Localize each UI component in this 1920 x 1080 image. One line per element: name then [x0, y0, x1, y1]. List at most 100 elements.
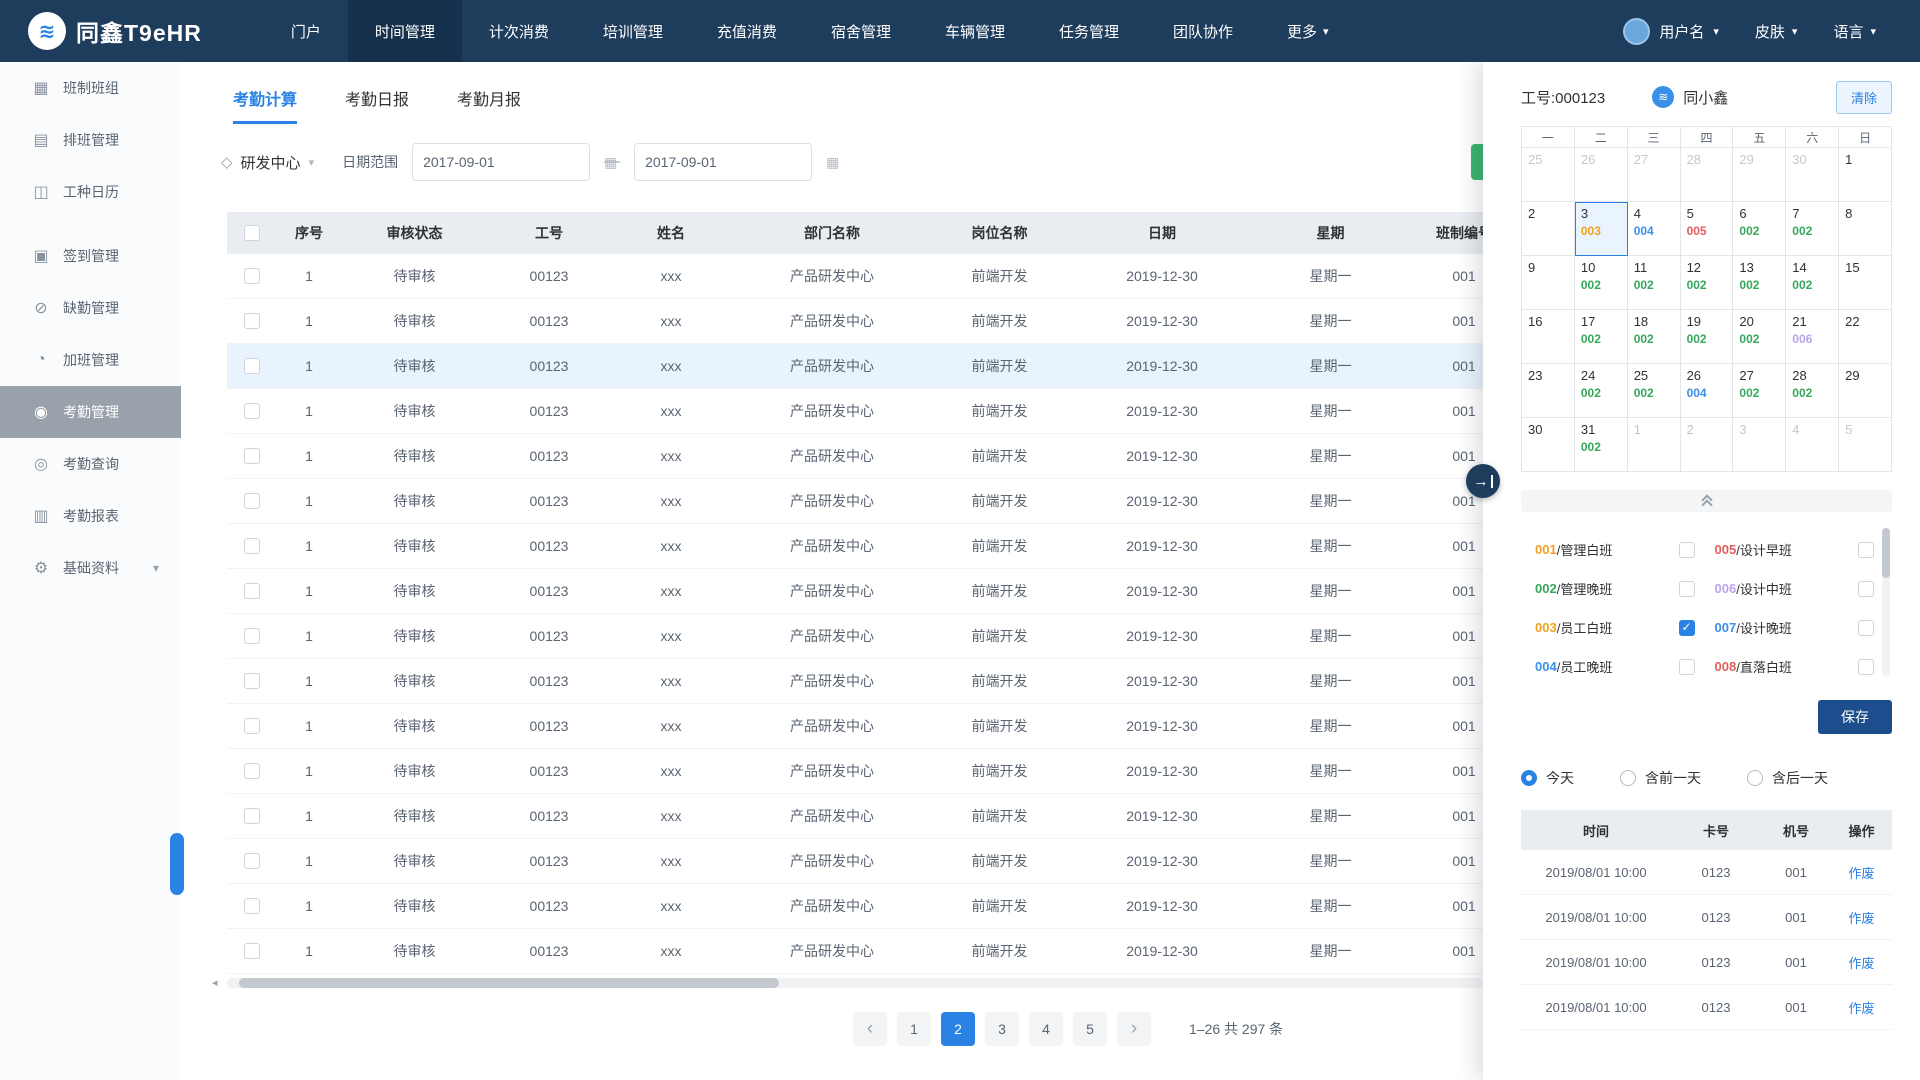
nav-item[interactable]: 门户 ▾	[264, 0, 348, 62]
shift-option[interactable]: 002 管理晚班	[1535, 569, 1695, 608]
nav-item[interactable]: 更多 ▾	[1260, 0, 1356, 62]
table-row[interactable]: 1 待审核 00123 xxx 产品研发中心 前端开发 2019-12-30 星…	[227, 299, 1524, 344]
calendar-day[interactable]: 2	[1680, 418, 1734, 472]
user-menu[interactable]: 用户名 ▾	[1623, 17, 1719, 45]
table-row[interactable]: 1 待审核 00123 xxx 产品研发中心 前端开发 2019-12-30 星…	[227, 704, 1524, 749]
sidebar-item[interactable]: ▦ 班制班组 ▾	[0, 62, 181, 114]
prev-page-button[interactable]: ‹	[853, 1012, 887, 1046]
void-link[interactable]: 作废	[1831, 953, 1892, 972]
page-button[interactable]: 4	[1029, 1012, 1063, 1046]
table-row[interactable]: 1 待审核 00123 xxx 产品研发中心 前端开发 2019-12-30 星…	[227, 659, 1524, 704]
calendar-day[interactable]: 28 002	[1786, 364, 1840, 418]
sidebar-item[interactable]: ▥ 考勤报表 ▾	[0, 490, 181, 542]
sidebar-item[interactable]: ▣ 签到管理 ▾	[0, 230, 181, 282]
row-checkbox[interactable]	[244, 898, 260, 914]
calendar-day[interactable]: 18 002	[1627, 310, 1681, 364]
shift-checkbox[interactable]	[1858, 619, 1874, 636]
skin-menu[interactable]: 皮肤 ▾	[1755, 21, 1798, 42]
radio-option[interactable]: 含前一天	[1620, 768, 1701, 788]
shift-checkbox[interactable]	[1678, 541, 1695, 558]
date-to-value[interactable]	[645, 154, 827, 170]
calendar-day[interactable]: 12 002	[1680, 256, 1734, 310]
calendar-day[interactable]: 3	[1733, 418, 1787, 472]
shift-list-collapse-bar[interactable]	[1521, 490, 1892, 512]
calendar-day[interactable]: 21 006	[1786, 310, 1840, 364]
nav-item[interactable]: 任务管理 ▾	[1032, 0, 1146, 62]
calendar-day[interactable]: 25	[1522, 148, 1575, 202]
calendar-day[interactable]: 9	[1522, 256, 1575, 310]
calendar-day[interactable]: 23	[1522, 364, 1575, 418]
calendar-day[interactable]: 26 004	[1680, 364, 1734, 418]
shift-list-scrollbar-thumb[interactable]	[1882, 528, 1890, 578]
department-select[interactable]: ◇ 研发中心 ▾	[221, 152, 314, 173]
table-row[interactable]: 1 待审核 00123 xxx 产品研发中心 前端开发 2019-12-30 星…	[227, 479, 1524, 524]
calendar-day[interactable]: 26	[1574, 148, 1628, 202]
shift-checkbox[interactable]	[1678, 619, 1695, 636]
void-link[interactable]: 作废	[1831, 998, 1892, 1017]
row-checkbox[interactable]	[244, 718, 260, 734]
calendar-day[interactable]: 27 002	[1733, 364, 1787, 418]
calendar-day[interactable]: 8	[1839, 202, 1892, 256]
shift-checkbox[interactable]	[1858, 658, 1874, 675]
calendar-day[interactable]: 3 003	[1574, 202, 1628, 256]
calendar-day[interactable]: 11 002	[1627, 256, 1681, 310]
row-checkbox[interactable]	[244, 943, 260, 959]
table-row[interactable]: 1 待审核 00123 xxx 产品研发中心 前端开发 2019-12-30 星…	[227, 839, 1524, 884]
nav-item[interactable]: 培训管理 ▾	[576, 0, 690, 62]
radio-circle[interactable]	[1620, 770, 1636, 786]
sidebar-item[interactable]: ◉ 考勤管理 ▾	[0, 386, 181, 438]
calendar-day[interactable]: 20 002	[1733, 310, 1787, 364]
sidebar-item[interactable]: ⊘ 缺勤管理 ▾	[0, 282, 181, 334]
table-row[interactable]: 1 待审核 00123 xxx 产品研发中心 前端开发 2019-12-30 星…	[227, 884, 1524, 929]
radio-option[interactable]: 含后一天	[1747, 768, 1828, 788]
sidebar-item[interactable]: ◎ 考勤查询 ▾	[0, 438, 181, 490]
calendar-day[interactable]: 1	[1839, 148, 1892, 202]
page-button[interactable]: 1	[897, 1012, 931, 1046]
row-checkbox[interactable]	[244, 448, 260, 464]
table-row[interactable]: 1 待审核 00123 xxx 产品研发中心 前端开发 2019-12-30 星…	[227, 524, 1524, 569]
calendar-day[interactable]: 30	[1786, 148, 1840, 202]
nav-item[interactable]: 团队协作 ▾	[1146, 0, 1260, 62]
scroll-left-icon[interactable]: ◂	[212, 976, 218, 989]
calendar-day[interactable]: 7 002	[1786, 202, 1840, 256]
nav-item[interactable]: 时间管理 ▾	[347, 0, 462, 62]
page-button[interactable]: 5	[1073, 1012, 1107, 1046]
shift-option[interactable]: 008 直落白班	[1715, 647, 1874, 682]
radio-option[interactable]: 今天	[1521, 768, 1574, 788]
shift-checkbox[interactable]	[1858, 580, 1874, 597]
horizontal-scrollbar[interactable]: ◂	[212, 977, 1483, 989]
clear-button[interactable]: 清除	[1835, 80, 1892, 114]
select-all-checkbox[interactable]	[244, 225, 260, 241]
tab[interactable]: 考勤月报	[457, 86, 521, 124]
calendar-day[interactable]: 27	[1627, 148, 1681, 202]
sidebar-item[interactable]: ◫ 工种日历 ▾	[0, 166, 181, 218]
calendar-day[interactable]: 19 002	[1680, 310, 1734, 364]
calendar-day[interactable]: 30	[1522, 418, 1575, 472]
horizontal-scrollbar-thumb[interactable]	[239, 978, 779, 988]
table-row[interactable]: 1 待审核 00123 xxx 产品研发中心 前端开发 2019-12-30 星…	[227, 749, 1524, 794]
row-checkbox[interactable]	[244, 538, 260, 554]
shift-checkbox[interactable]	[1678, 580, 1695, 597]
calendar-day[interactable]: 1	[1627, 418, 1681, 472]
row-checkbox[interactable]	[244, 493, 260, 509]
row-checkbox[interactable]	[244, 583, 260, 599]
table-row[interactable]: 1 待审核 00123 xxx 产品研发中心 前端开发 2019-12-30 星…	[227, 614, 1524, 659]
row-checkbox[interactable]	[244, 403, 260, 419]
shift-option[interactable]: 005 设计早班	[1715, 530, 1874, 569]
calendar-day[interactable]: 5 005	[1680, 202, 1734, 256]
calendar-day[interactable]: 28	[1680, 148, 1734, 202]
table-row[interactable]: 1 待审核 00123 xxx 产品研发中心 前端开发 2019-12-30 星…	[227, 254, 1524, 299]
next-page-button[interactable]: ›	[1117, 1012, 1151, 1046]
row-checkbox[interactable]	[244, 628, 260, 644]
row-checkbox[interactable]	[244, 358, 260, 374]
shift-option[interactable]: 006 设计中班	[1715, 569, 1874, 608]
shift-option[interactable]: 001 管理白班	[1535, 530, 1695, 569]
table-row[interactable]: 1 待审核 00123 xxx 产品研发中心 前端开发 2019-12-30 星…	[227, 434, 1524, 479]
calendar-day[interactable]: 13 002	[1733, 256, 1787, 310]
row-checkbox[interactable]	[244, 673, 260, 689]
calendar-day[interactable]: 31 002	[1574, 418, 1628, 472]
page-button[interactable]: 2	[941, 1012, 975, 1046]
calendar-day[interactable]: 17 002	[1574, 310, 1628, 364]
date-to-input[interactable]: ▦	[634, 143, 839, 181]
nav-item[interactable]: 计次消费 ▾	[462, 0, 576, 62]
